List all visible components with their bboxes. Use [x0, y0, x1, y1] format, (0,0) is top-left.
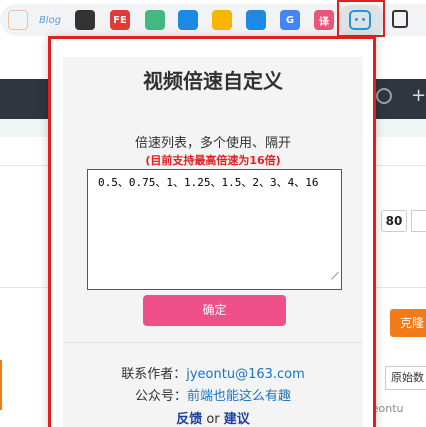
author-label: 联系作者：	[121, 367, 187, 382]
page-search-icon[interactable]	[376, 88, 392, 104]
author-email-link[interactable]: jyeontu@163.com	[186, 367, 305, 382]
window-ext-icon[interactable]	[75, 10, 95, 30]
vue-ext-icon[interactable]	[145, 10, 165, 30]
max-speed-hint: (目前支持最高倍速为16倍)	[145, 154, 281, 167]
page-select[interactable]: 原始数	[385, 366, 426, 390]
emoji-ext-icon[interactable]	[212, 10, 232, 30]
swirl-ext-icon[interactable]	[178, 10, 198, 30]
g-ext-icon[interactable]: G	[280, 10, 300, 30]
speed-settings-popup: 视频倍速自定义 倍速列表，多个使用、隔开 (目前支持最高倍速为16倍) 0.5、…	[48, 36, 376, 427]
page-action-button[interactable]: 克隆	[390, 309, 426, 337]
puzzle-icon[interactable]	[392, 10, 408, 28]
feedback-link[interactable]: 反馈	[176, 412, 202, 427]
divider	[63, 342, 363, 343]
page-accent-bar	[0, 360, 2, 410]
feedback-row: 反馈 or 建议	[63, 408, 363, 427]
blog-ext-icon[interactable]: Blog	[38, 10, 62, 30]
suggest-link[interactable]: 建议	[224, 412, 250, 427]
speed-list-input[interactable]: 0.5、0.75、1、1.25、1.5、2、3、4、16	[87, 169, 342, 290]
or-text: or	[206, 412, 220, 427]
speed-list-label: 倍速列表，多个使用、隔开	[134, 136, 291, 151]
author-contact-row: 联系作者：jyeontu@163.com	[63, 363, 363, 382]
translate-ext-icon[interactable]: 译	[314, 10, 334, 30]
page-stepper-button[interactable]	[411, 210, 426, 232]
resize-grip-icon[interactable]	[329, 277, 339, 287]
wechat-row: 公众号：前端也能这么有趣	[63, 385, 363, 404]
settings-card: 视频倍速自定义 倍速列表，多个使用、隔开 (目前支持最高倍速为16倍) 0.5、…	[63, 57, 363, 427]
page-add-icon[interactable]: +	[411, 87, 426, 105]
active-extension-highlight	[337, 0, 385, 37]
bookmark-ext-icon[interactable]	[8, 10, 28, 30]
popup-title: 视频倍速自定义	[143, 69, 283, 93]
page-number-field[interactable]: 80	[381, 210, 407, 232]
wechat-link[interactable]: 前端也能这么有趣	[187, 389, 291, 404]
layers-ext-icon[interactable]	[246, 10, 266, 30]
wechat-label: 公众号：	[134, 389, 187, 404]
confirm-button[interactable]: 确定	[143, 295, 286, 326]
fe-ext-icon[interactable]: FE	[110, 10, 130, 30]
